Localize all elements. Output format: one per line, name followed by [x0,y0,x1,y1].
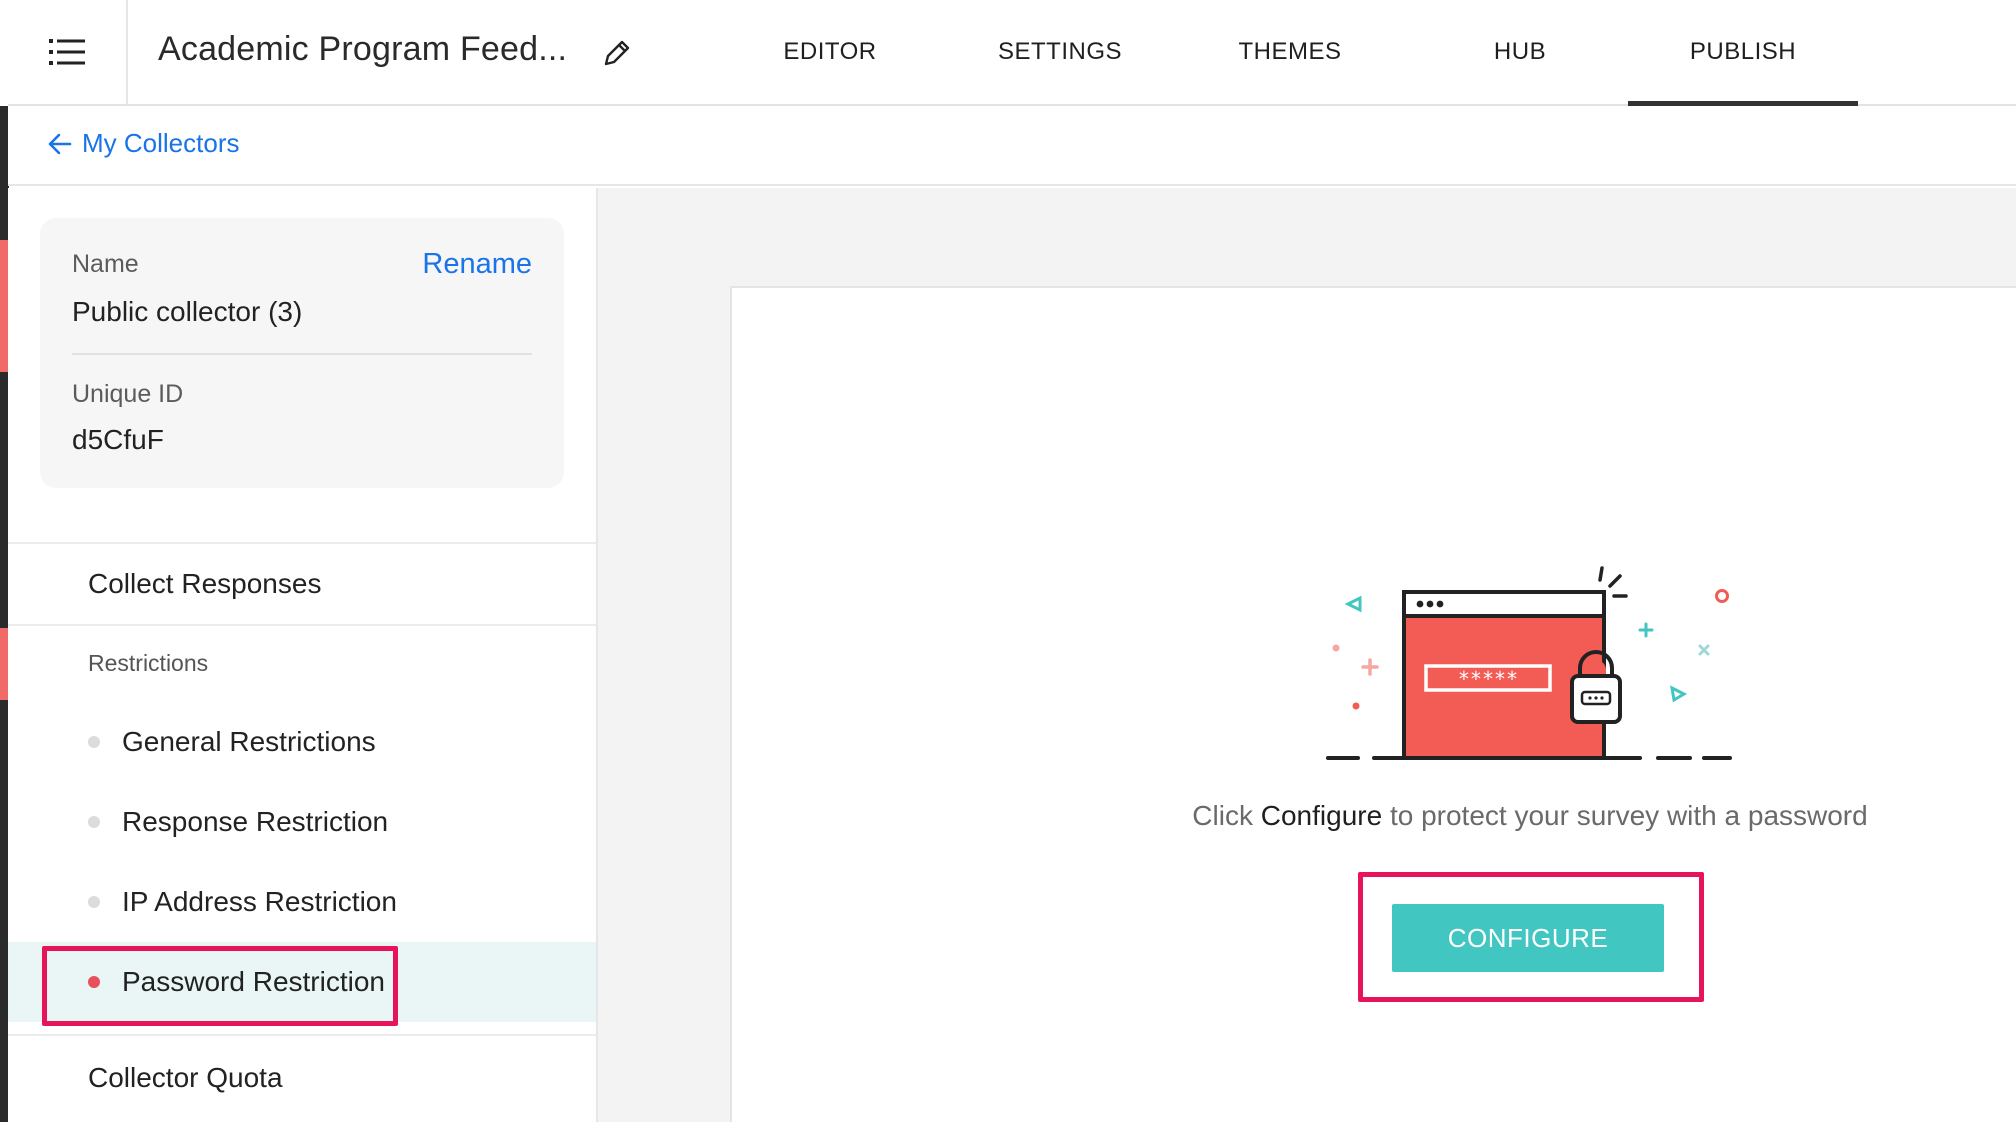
bullet-dot [88,816,100,828]
survey-title: Academic Program Feed... [158,30,568,68]
configure-instruction: Click Configure to protect your survey w… [1000,800,2016,832]
tab-settings[interactable]: SETTINGS [960,0,1160,104]
section-divider [8,1034,596,1036]
name-label: Name [72,250,139,278]
sidebar-item-general-restrictions[interactable]: General Restrictions [88,702,588,782]
configure-button-highlight [1358,872,1704,1002]
top-header: Academic Program Feed... EDITOR SETTINGS… [8,0,2016,106]
list-menu-icon [49,39,85,65]
edit-title-button[interactable] [600,36,634,70]
password-mask: ***** [1458,667,1518,691]
password-restriction-highlight [42,946,398,1026]
bullet-dot [88,896,100,908]
message-prefix: Click [1192,800,1253,831]
back-link-label: My Collectors [82,128,240,158]
tab-hub[interactable]: HUB [1420,0,1620,104]
message-emphasis: Configure [1260,800,1383,831]
sidebar-item-label: IP Address Restriction [122,886,397,917]
arrow-left-icon [48,133,72,154]
sidebar-item-label: General Restrictions [122,726,376,757]
section-divider [8,542,596,544]
pencil-icon [604,40,630,66]
menu-button[interactable] [8,0,128,104]
section-divider [8,624,596,626]
restrictions-heading: Restrictions [88,650,209,676]
bullet-dot [88,736,100,748]
message-suffix: to protect your survey with a password [1389,800,1868,831]
back-to-collectors-link[interactable]: My Collectors [46,128,239,159]
card-divider [72,353,532,355]
sidebar-item-label: Response Restriction [122,806,389,837]
tab-publish[interactable]: PUBLISH [1628,0,1858,106]
collector-sidebar: Name Rename Public collector (3) Unique … [8,188,598,1122]
tab-editor[interactable]: EDITOR [730,0,930,104]
collector-name: Public collector (3) [72,296,303,327]
collector-info-card: Name Rename Public collector (3) Unique … [40,218,564,488]
sidebar-item-collector-quota[interactable]: Collector Quota [88,1062,283,1094]
tab-themes[interactable]: THEMES [1190,0,1390,104]
unique-id-label: Unique ID [72,380,184,408]
unique-id-value: d5CfuF [72,424,164,455]
sidebar-item-response-restriction[interactable]: Response Restriction [88,782,588,862]
sidebar-item-ip-address-restriction[interactable]: IP Address Restriction [88,862,588,942]
breadcrumb: My Collectors [8,106,2016,186]
sidebar-item-collect-responses[interactable]: Collect Responses [88,568,321,600]
password-lock-illustration: ***** [1326,566,1732,760]
rename-link[interactable]: Rename [422,248,532,281]
